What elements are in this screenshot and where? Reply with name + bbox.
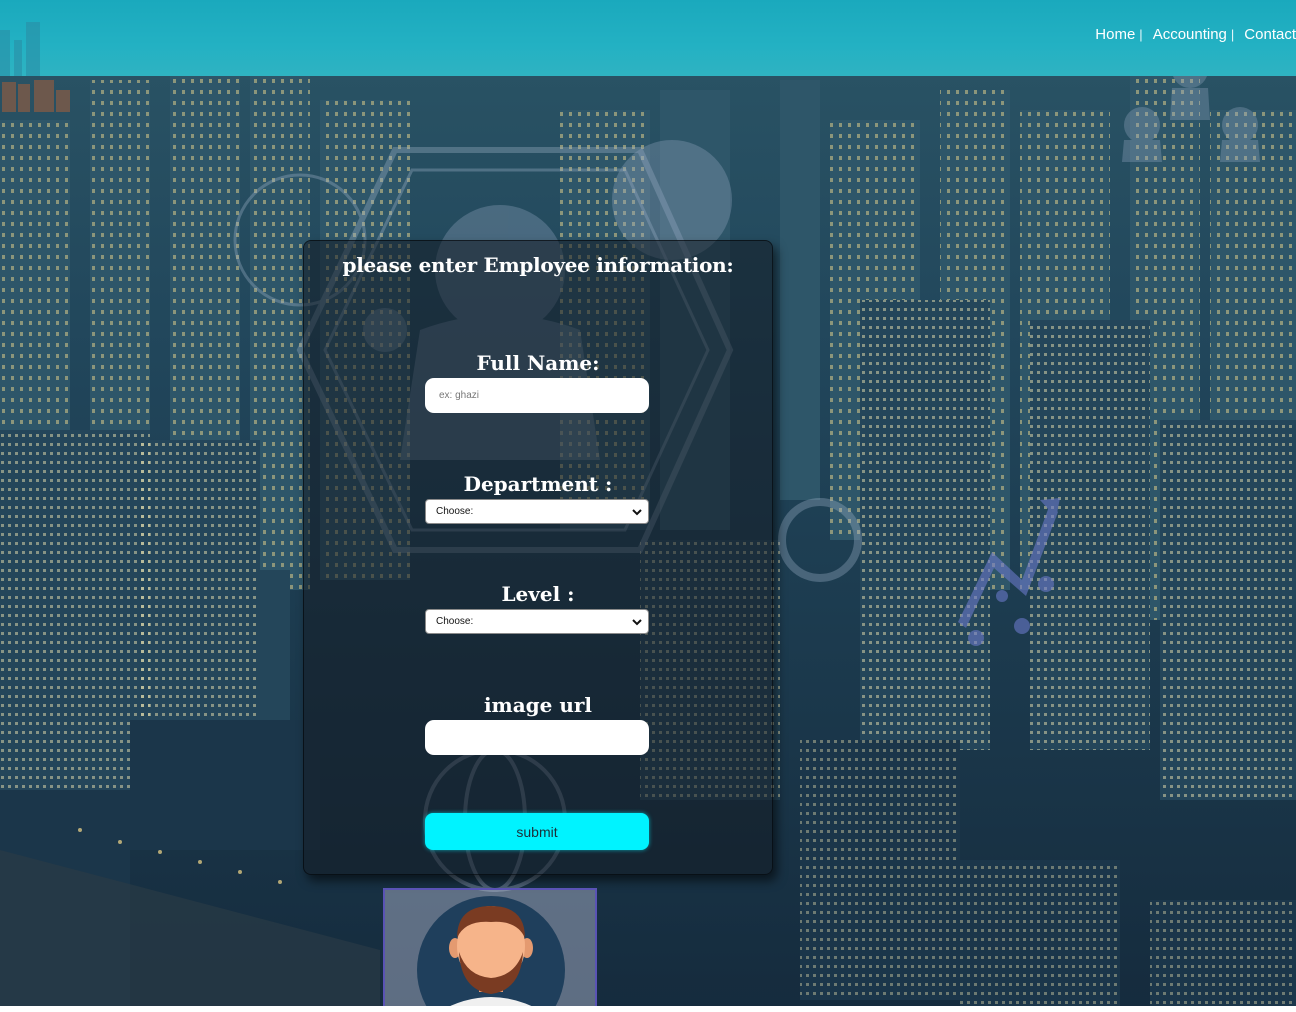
level-select-value: Choose:	[436, 616, 474, 627]
level-select[interactable]: Choose:	[425, 609, 649, 634]
chevron-down-icon	[632, 509, 642, 516]
page: Home | Accounting | Contact please enter…	[0, 0, 1296, 1012]
chevron-down-icon	[632, 619, 642, 626]
top-header-bar: Home | Accounting | Contact	[0, 0, 1296, 112]
level-label: Level :	[501, 582, 575, 606]
nav-link-contact[interactable]: Contact	[1244, 26, 1296, 43]
logo-icon	[0, 22, 70, 112]
nav-link-home[interactable]: Home	[1095, 26, 1135, 43]
nav-link-accounting[interactable]: Accounting	[1153, 26, 1227, 43]
main-navigation: Home | Accounting | Contact	[1095, 26, 1296, 43]
employee-form: please enter Employee information: Full …	[303, 240, 773, 875]
form-title: please enter Employee information:	[342, 253, 734, 277]
nav-separator: |	[1139, 27, 1143, 42]
submit-button[interactable]: submit	[425, 813, 649, 850]
image-url-input[interactable]	[425, 720, 649, 755]
page-bottom-edge	[0, 1006, 1296, 1012]
image-url-label: image url	[483, 693, 593, 717]
full-name-input[interactable]	[425, 378, 649, 413]
nav-separator: |	[1230, 27, 1235, 42]
full-name-label: Full Name:	[476, 351, 600, 375]
department-select[interactable]: Choose:	[425, 499, 649, 524]
employee-avatar-preview	[383, 888, 597, 1012]
avatar-icon	[417, 896, 565, 1012]
department-label: Department :	[463, 472, 613, 496]
department-select-value: Choose:	[436, 506, 474, 517]
